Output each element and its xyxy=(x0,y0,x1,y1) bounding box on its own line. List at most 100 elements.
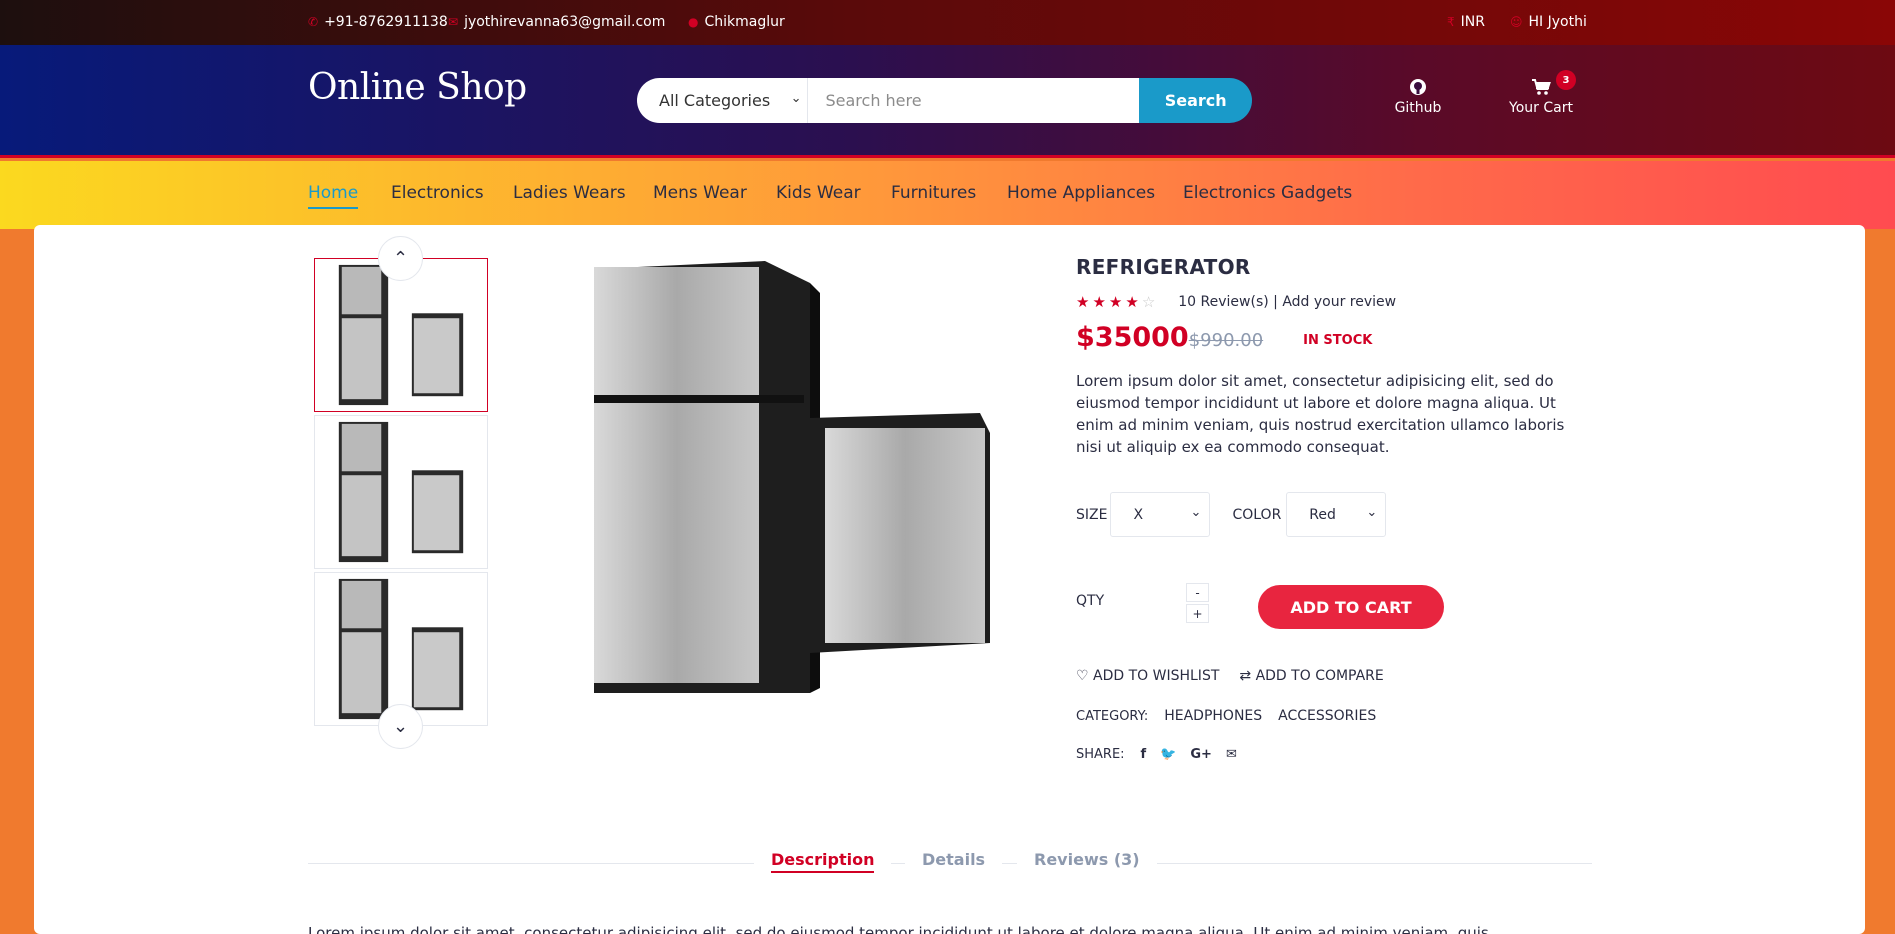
thumbnail-image[interactable] xyxy=(314,258,488,412)
add-to-compare-link[interactable]: ⇄ ADD TO COMPARE xyxy=(1239,668,1383,684)
phone-text: +91-8762911138 xyxy=(324,14,448,30)
location-text: Chikmaglur xyxy=(704,14,785,30)
main-header: Online Shop All Categories ⌄ Search Gith… xyxy=(0,45,1895,158)
tab-details[interactable]: Details xyxy=(905,850,1003,869)
site-logo[interactable]: Online Shop xyxy=(308,67,527,108)
review-link[interactable]: 10 Review(s) | Add your review xyxy=(1178,294,1396,310)
nav-item-mens-wear[interactable]: Mens Wear xyxy=(653,183,747,203)
thumbnail-prev-button[interactable]: ⌃ xyxy=(378,236,423,281)
tab-description-label: Description xyxy=(771,850,875,873)
color-select-value: Red xyxy=(1309,506,1336,523)
google-plus-icon[interactable]: G+ xyxy=(1190,747,1212,762)
product-details: REFRIGERATOR ★★★★☆ 10 Review(s) | Add yo… xyxy=(1076,255,1596,762)
search-form: All Categories ⌄ Search xyxy=(637,78,1252,123)
nav-item-home[interactable]: Home xyxy=(308,183,359,209)
fridge-image xyxy=(338,421,464,563)
product-actions: ♡ ADD TO WISHLIST ⇄ ADD TO COMPARE xyxy=(1076,668,1384,684)
share-label: SHARE: xyxy=(1076,747,1125,762)
size-label: SIZE xyxy=(1076,506,1108,523)
category-label: CATEGORY: xyxy=(1076,708,1149,724)
product-share: SHARE: f 🐦 G+ ✉ xyxy=(1076,747,1251,762)
phone-icon: ✆ xyxy=(308,15,319,29)
search-input[interactable] xyxy=(808,78,1140,123)
nav-item-kids-wear[interactable]: Kids Wear xyxy=(776,183,861,203)
user-icon: ☺ xyxy=(1510,15,1523,29)
star-icon: ★ xyxy=(1092,293,1109,311)
add-to-cart-button[interactable]: ADD TO CART xyxy=(1258,585,1444,629)
tab-details-label: Details xyxy=(922,850,986,869)
compare-label: ADD TO COMPARE xyxy=(1255,668,1384,684)
thumbnail-image[interactable] xyxy=(314,572,488,726)
tab-description[interactable]: Description xyxy=(754,850,892,873)
product-main-image[interactable] xyxy=(580,253,1000,703)
chevron-down-icon: ⌄ xyxy=(392,716,409,737)
github-icon xyxy=(1388,78,1448,98)
tab-reviews-label: Reviews (3) xyxy=(1034,850,1140,869)
category-select[interactable]: All Categories ⌄ xyxy=(637,78,809,123)
product-options: SIZE X ⌄ COLOR Red ⌄ xyxy=(1076,492,1387,537)
nav-item-ladies-wears[interactable]: Ladies Wears xyxy=(513,183,626,203)
product-old-price: $990.00 xyxy=(1188,330,1264,351)
star-icon: ★ xyxy=(1108,293,1126,311)
envelope-icon: ✉ xyxy=(448,15,459,29)
category-link[interactable]: ACCESSORIES xyxy=(1278,708,1376,724)
chevron-up-icon: ⌃ xyxy=(392,248,409,269)
fridge-image xyxy=(338,264,464,406)
size-select[interactable]: X ⌄ xyxy=(1110,492,1211,537)
nav-item-furnitures[interactable]: Furnitures xyxy=(891,183,976,203)
product-categories: CATEGORY: HEADPHONES ACCESSORIES xyxy=(1076,708,1392,724)
github-label: Github xyxy=(1394,100,1442,116)
chevron-down-icon: ⌄ xyxy=(1190,505,1202,520)
facebook-icon[interactable]: f xyxy=(1141,747,1147,762)
nav-item-electronics[interactable]: Electronics xyxy=(391,183,484,203)
qty-decrease-button[interactable]: - xyxy=(1186,583,1209,602)
twitter-icon[interactable]: 🐦 xyxy=(1160,747,1176,762)
thumbnail-image[interactable] xyxy=(314,415,488,569)
cart-label: Your Cart xyxy=(1509,100,1573,116)
price-row: $35000 $990.00 IN STOCK xyxy=(1076,322,1372,353)
add-to-wishlist-link[interactable]: ♡ ADD TO WISHLIST xyxy=(1076,668,1219,684)
email-link[interactable]: ✉ jyothirevanna63@gmail.com xyxy=(448,14,665,30)
chevron-down-icon: ⌄ xyxy=(1366,505,1378,520)
star-icon: ★ xyxy=(1125,293,1142,311)
exchange-icon: ⇄ xyxy=(1239,668,1252,684)
phone-link[interactable]: ✆ +91-8762911138 xyxy=(308,14,448,30)
main-navigation: Home Electronics Ladies Wears Mens Wear … xyxy=(0,161,1895,229)
nav-item-home-appliances[interactable]: Home Appliances xyxy=(1007,183,1155,203)
thumbnail-next-button[interactable]: ⌄ xyxy=(378,704,423,749)
tab-reviews[interactable]: Reviews (3) xyxy=(1017,850,1157,869)
category-link[interactable]: HEADPHONES xyxy=(1164,708,1262,724)
heart-icon: ♡ xyxy=(1076,668,1089,684)
account-link[interactable]: ☺ HI Jyothi xyxy=(1510,14,1587,30)
category-select-value: All Categories xyxy=(659,91,771,110)
product-tabs: Description Details Reviews (3) xyxy=(308,850,1592,876)
email-icon[interactable]: ✉ xyxy=(1226,747,1237,762)
fridge-image xyxy=(338,578,464,720)
color-label: COLOR xyxy=(1232,506,1282,523)
qty-label: QTY xyxy=(1076,593,1105,609)
nav-item-electronics-gadgets[interactable]: Electronics Gadgets xyxy=(1183,183,1352,203)
top-bar: ✆ +91-8762911138 ✉ jyothirevanna63@gmail… xyxy=(0,0,1895,45)
color-select[interactable]: Red ⌄ xyxy=(1286,492,1387,537)
size-select-value: X xyxy=(1133,506,1144,523)
github-link[interactable]: Github xyxy=(1388,78,1448,116)
cart-link[interactable]: Your Cart 3 xyxy=(1506,70,1576,116)
greeting-text: HI Jyothi xyxy=(1528,14,1587,30)
star-icon: ★ xyxy=(1076,293,1093,311)
email-text: jyothirevanna63@gmail.com xyxy=(464,14,666,30)
tab-content-text: Lorem ipsum dolor sit amet, consectetur … xyxy=(308,924,1489,934)
rating-stars: ★★★★☆ xyxy=(1076,293,1158,311)
fridge-image xyxy=(594,261,990,693)
currency-text: INR xyxy=(1460,14,1485,30)
product-rating: ★★★★☆ 10 Review(s) | Add your review xyxy=(1076,293,1396,311)
chevron-down-icon: ⌄ xyxy=(790,91,802,106)
product-price: $35000 xyxy=(1076,322,1189,353)
map-marker-icon: ● xyxy=(688,15,699,29)
product-description: Lorem ipsum dolor sit amet, consectetur … xyxy=(1076,372,1565,456)
stock-status: IN STOCK xyxy=(1303,333,1373,348)
location-link[interactable]: ● Chikmaglur xyxy=(688,14,785,30)
search-button[interactable]: Search xyxy=(1139,78,1252,123)
currency-link[interactable]: ₹ INR xyxy=(1447,14,1485,30)
qty-increase-button[interactable]: + xyxy=(1186,604,1209,623)
rupee-icon: ₹ xyxy=(1447,15,1455,29)
